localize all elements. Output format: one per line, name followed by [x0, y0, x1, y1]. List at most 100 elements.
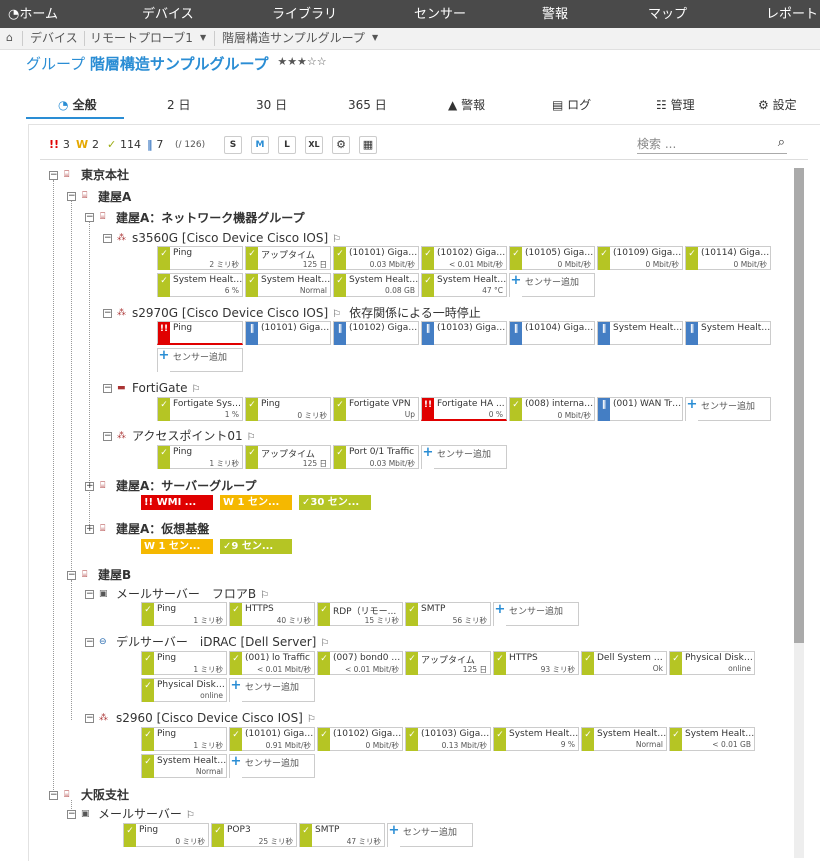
flag-icon[interactable]: ⚐ [332, 309, 341, 320]
flag-icon[interactable]: ⚐ [247, 432, 256, 443]
scrollbar[interactable] [794, 168, 804, 858]
add-sensor-button[interactable]: + センサー追加 [229, 754, 315, 778]
sensor-tile[interactable]: ✓ System Health ... < 0.01 GB [669, 727, 755, 751]
summary-down[interactable]: !! WMI ... [141, 495, 213, 510]
sensor-tile[interactable]: ✓ アップタイム 125 日 [405, 651, 491, 675]
sensor-tile[interactable]: ✓ Ping 0 ミリ秒 [123, 823, 209, 847]
sensor-tile[interactable]: ✓ HTTPS 93 ミリ秒 [493, 651, 579, 675]
home-icon[interactable]: ⌂ [6, 28, 13, 49]
flag-icon[interactable]: ⚐ [186, 810, 195, 821]
device-mail-osaka[interactable]: メールサーバー ⚐ [98, 806, 195, 822]
flag-icon[interactable]: ⚐ [320, 638, 329, 649]
sensor-tile[interactable]: ✓ (10105) Gigabi... 0 Mbit/秒 [509, 246, 595, 270]
nav-reports[interactable]: レポート [766, 0, 818, 28]
size-xl-button[interactable]: XL [305, 136, 323, 154]
sensor-tile[interactable]: ‖ (10104) Gigabi... [509, 321, 595, 345]
add-sensor-button[interactable]: + センサー追加 [421, 445, 507, 469]
sensor-tile[interactable]: ✓ アップタイム 125 日 [245, 445, 331, 469]
group-server[interactable]: 建屋A：サーバーグループ [116, 478, 256, 494]
grid-view-icon[interactable]: ▦ [359, 136, 377, 154]
sensor-tile[interactable]: ✓ SMTP 56 ミリ秒 [405, 602, 491, 626]
collapse-toggle[interactable]: − [103, 309, 112, 318]
add-sensor-button[interactable]: + センサー追加 [387, 823, 473, 847]
tab-alarms[interactable]: ▲ 警報 [448, 96, 485, 116]
sensor-tile[interactable]: !! Ping [157, 321, 243, 345]
search-icon[interactable]: ⌕ [778, 135, 785, 151]
add-sensor-button[interactable]: + センサー追加 [509, 273, 595, 297]
sensor-tile[interactable]: ✓ Ping 1 ミリ秒 [141, 651, 227, 675]
filter-down[interactable]: !! 3 [49, 136, 70, 154]
sensor-tile[interactable]: ✓ Port 0/1 Traffic 0.03 Mbit/秒 [333, 445, 419, 469]
tab-settings[interactable]: ⚙ 設定 [758, 96, 797, 116]
flag-icon[interactable]: ⚐ [192, 384, 201, 395]
sensor-tile[interactable]: ✓ (10101) Gigabi... 0.91 Mbit/秒 [229, 727, 315, 751]
add-sensor-button[interactable]: + センサー追加 [157, 348, 243, 372]
sensor-tile[interactable]: ✓ Ping 0 ミリ秒 [245, 397, 331, 421]
add-sensor-button[interactable]: + センサー追加 [229, 678, 315, 702]
collapse-toggle[interactable]: − [49, 791, 58, 800]
sensor-tile[interactable]: ✓ Ping 1 ミリ秒 [141, 602, 227, 626]
group-virtual[interactable]: 建屋A：仮想基盤 [116, 521, 209, 537]
device-access-point[interactable]: アクセスポイント01 ⚐ [132, 428, 256, 444]
sensor-tile[interactable]: ✓ System Health ... 47 °C [421, 273, 507, 297]
sensor-tile[interactable]: ‖ System Health ... [685, 321, 771, 345]
nav-devices[interactable]: デバイス [142, 0, 194, 28]
sensor-tile[interactable]: ✓ System Health ... Normal [141, 754, 227, 778]
tab-30days[interactable]: 30 日 [256, 96, 287, 116]
nav-sensors[interactable]: センサー [414, 0, 466, 28]
tab-overview[interactable]: ◔ 全般 [58, 96, 97, 116]
collapse-toggle[interactable]: − [67, 810, 76, 819]
sensor-tile[interactable]: ‖ (10102) Gigabi... [333, 321, 419, 345]
nav-alarms[interactable]: 警報 [542, 0, 568, 28]
sensor-tile[interactable]: ✓ (10101) Gigabi... 0.03 Mbit/秒 [333, 246, 419, 270]
collapse-toggle[interactable]: − [85, 714, 94, 723]
sensor-tile[interactable]: ✓ System Health ... 6 % [157, 273, 243, 297]
sensor-tile[interactable]: ✓ RDP（リモー... 15 ミリ秒 [317, 602, 403, 626]
group-osaka[interactable]: 大阪支社 [81, 787, 129, 803]
breadcrumb-group[interactable]: 階層構造サンプルグループ [222, 28, 365, 49]
expand-toggle[interactable]: + [85, 525, 94, 534]
filter-up[interactable]: ✓ 114 [107, 136, 141, 154]
size-m-button[interactable]: M [251, 136, 269, 154]
collapse-toggle[interactable]: − [67, 192, 76, 201]
chevron-down-icon[interactable]: ▼ [200, 28, 206, 49]
scrollbar-thumb[interactable] [794, 168, 804, 643]
sensor-tile[interactable]: ✓ System Health ... Normal [245, 273, 331, 297]
sensor-tile[interactable]: ✓ System Health ... 9 % [493, 727, 579, 751]
group-network[interactable]: 建屋A：ネットワーク機器グループ [116, 210, 305, 226]
sensor-tile[interactable]: ‖ (10103) Gigabi... [421, 321, 507, 345]
nav-maps[interactable]: マップ [648, 0, 687, 28]
size-s-button[interactable]: S [224, 136, 242, 154]
summary-warning[interactable]: W 1 セン... [220, 495, 292, 510]
collapse-toggle[interactable]: − [85, 638, 94, 647]
nav-home[interactable]: ◔ホーム [8, 0, 58, 28]
tab-2days[interactable]: 2 日 [167, 96, 190, 116]
sensor-tile[interactable]: ✓ Fortigate VPN Up [333, 397, 419, 421]
chevron-down-icon[interactable]: ▼ [372, 28, 378, 49]
collapse-toggle[interactable]: − [85, 213, 94, 222]
sensor-tile[interactable]: ✓ (10102) Gigabi... 0 Mbit/秒 [317, 727, 403, 751]
collapse-toggle[interactable]: − [49, 171, 58, 180]
breadcrumb-probe[interactable]: リモートプローブ1 [90, 28, 193, 49]
device-fortigate[interactable]: FortiGate ⚐ [132, 380, 201, 396]
sensor-tile[interactable]: ✓ Dell System He... Ok [581, 651, 667, 675]
sensor-tile[interactable]: ✓Physical Disk 0:...online [669, 651, 755, 675]
sensor-tile[interactable]: ✓ (001) lo Traffic < 0.01 Mbit/秒 [229, 651, 315, 675]
device-s2960[interactable]: s2960 [Cisco Device Cisco IOS] ⚐ [116, 710, 316, 726]
group-tokyo[interactable]: 東京本社 [81, 167, 129, 183]
summary-up[interactable]: ✓9 セン... [220, 539, 292, 554]
sensor-tile[interactable]: ✓ POP3 25 ミリ秒 [211, 823, 297, 847]
sensor-tile[interactable]: ✓ (10102) Gigabi... < 0.01 Mbit/秒 [421, 246, 507, 270]
sensor-tile[interactable]: ✓ System Health ... 0.08 GB [333, 273, 419, 297]
sensor-tile[interactable]: ✓ Ping 1 ミリ秒 [157, 445, 243, 469]
sensor-tile[interactable]: ‖ System Health ... [597, 321, 683, 345]
device-mail-b[interactable]: メールサーバー フロアB ⚐ [116, 586, 269, 602]
summary-warning[interactable]: W 1 セン... [141, 539, 213, 554]
device-dell[interactable]: デルサーバー iDRAC [Dell Server] ⚐ [116, 634, 329, 650]
sensor-tile[interactable]: ‖ (001) WAN Traf... [597, 397, 683, 421]
sensor-tile[interactable]: ✓ (10103) Gigabi... 0.13 Mbit/秒 [405, 727, 491, 751]
tab-365days[interactable]: 365 日 [348, 96, 387, 116]
group-bldg-b[interactable]: 建屋B [98, 567, 131, 583]
settings-gear-icon[interactable]: ⚙ [332, 136, 350, 154]
device-s2970g[interactable]: s2970G [Cisco Device Cisco IOS] ⚐ 依存関係による一… [132, 305, 481, 321]
